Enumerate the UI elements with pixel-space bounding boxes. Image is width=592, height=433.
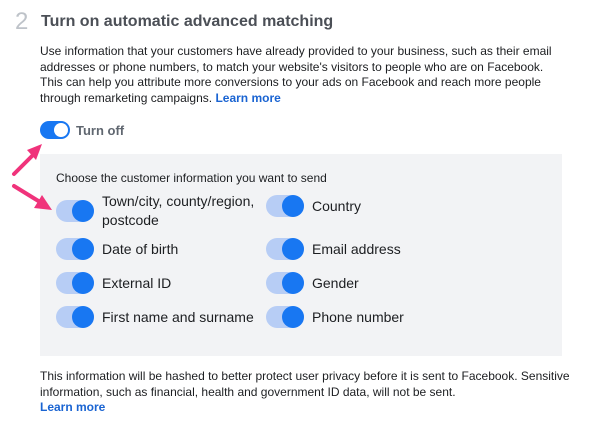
annotation-arrow-icon — [12, 184, 52, 210]
option-toggle[interactable] — [266, 238, 304, 260]
advanced-matching-toggle[interactable] — [40, 121, 70, 139]
option-toggle[interactable] — [266, 195, 304, 217]
footer-learn-more-link[interactable]: Learn more — [40, 400, 105, 414]
option-label: Phone number — [312, 308, 404, 325]
toggle-knob — [282, 195, 304, 217]
option-label: Email address — [312, 240, 401, 257]
option-country[interactable]: Country — [266, 195, 361, 217]
option-first-name-surname[interactable]: First name and surname — [56, 306, 254, 328]
option-label: Town/city, county/region, postcode — [102, 193, 255, 228]
description-text: Use information that your customers have… — [40, 44, 552, 105]
toggle-knob — [72, 238, 94, 260]
toggle-knob — [282, 272, 304, 294]
option-town-city[interactable]: Town/city, county/region, postcode — [56, 192, 272, 230]
toggle-knob — [54, 123, 68, 137]
option-toggle[interactable] — [266, 306, 304, 328]
option-external-id[interactable]: External ID — [56, 272, 171, 294]
option-gender[interactable]: Gender — [266, 272, 359, 294]
customer-info-panel: Choose the customer information you want… — [40, 154, 562, 356]
option-label: First name and surname — [102, 308, 254, 325]
description: Use information that your customers have… — [40, 44, 565, 106]
panel-title: Choose the customer information you want… — [56, 171, 327, 185]
option-toggle[interactable] — [266, 272, 304, 294]
privacy-note-text: This information will be hashed to bette… — [40, 369, 570, 399]
privacy-note: This information will be hashed to bette… — [40, 369, 570, 416]
description-learn-more-link[interactable]: Learn more — [215, 91, 280, 105]
option-date-of-birth[interactable]: Date of birth — [56, 238, 178, 260]
option-toggle[interactable] — [56, 272, 94, 294]
option-phone-number[interactable]: Phone number — [266, 306, 404, 328]
main-toggle-row: Turn off — [40, 121, 124, 139]
option-label: Gender — [312, 274, 359, 291]
toggle-knob — [282, 238, 304, 260]
option-email-address[interactable]: Email address — [266, 238, 401, 260]
step-number: 2 — [15, 8, 29, 35]
step-header: 2 Turn on automatic advanced matching — [15, 8, 333, 36]
option-toggle[interactable] — [56, 200, 94, 222]
option-label: Country — [312, 197, 362, 214]
option-toggle[interactable] — [56, 306, 94, 328]
toggle-knob — [72, 272, 94, 294]
step-title: Turn on automatic advanced matching — [41, 13, 334, 30]
option-label: External ID — [102, 274, 172, 291]
toggle-knob — [282, 306, 304, 328]
toggle-knob — [72, 306, 94, 328]
main-toggle-label: Turn off — [76, 122, 125, 138]
option-label: Date of birth — [102, 240, 179, 257]
option-toggle[interactable] — [56, 238, 94, 260]
toggle-knob — [72, 200, 94, 222]
annotation-arrow-icon — [12, 144, 42, 176]
